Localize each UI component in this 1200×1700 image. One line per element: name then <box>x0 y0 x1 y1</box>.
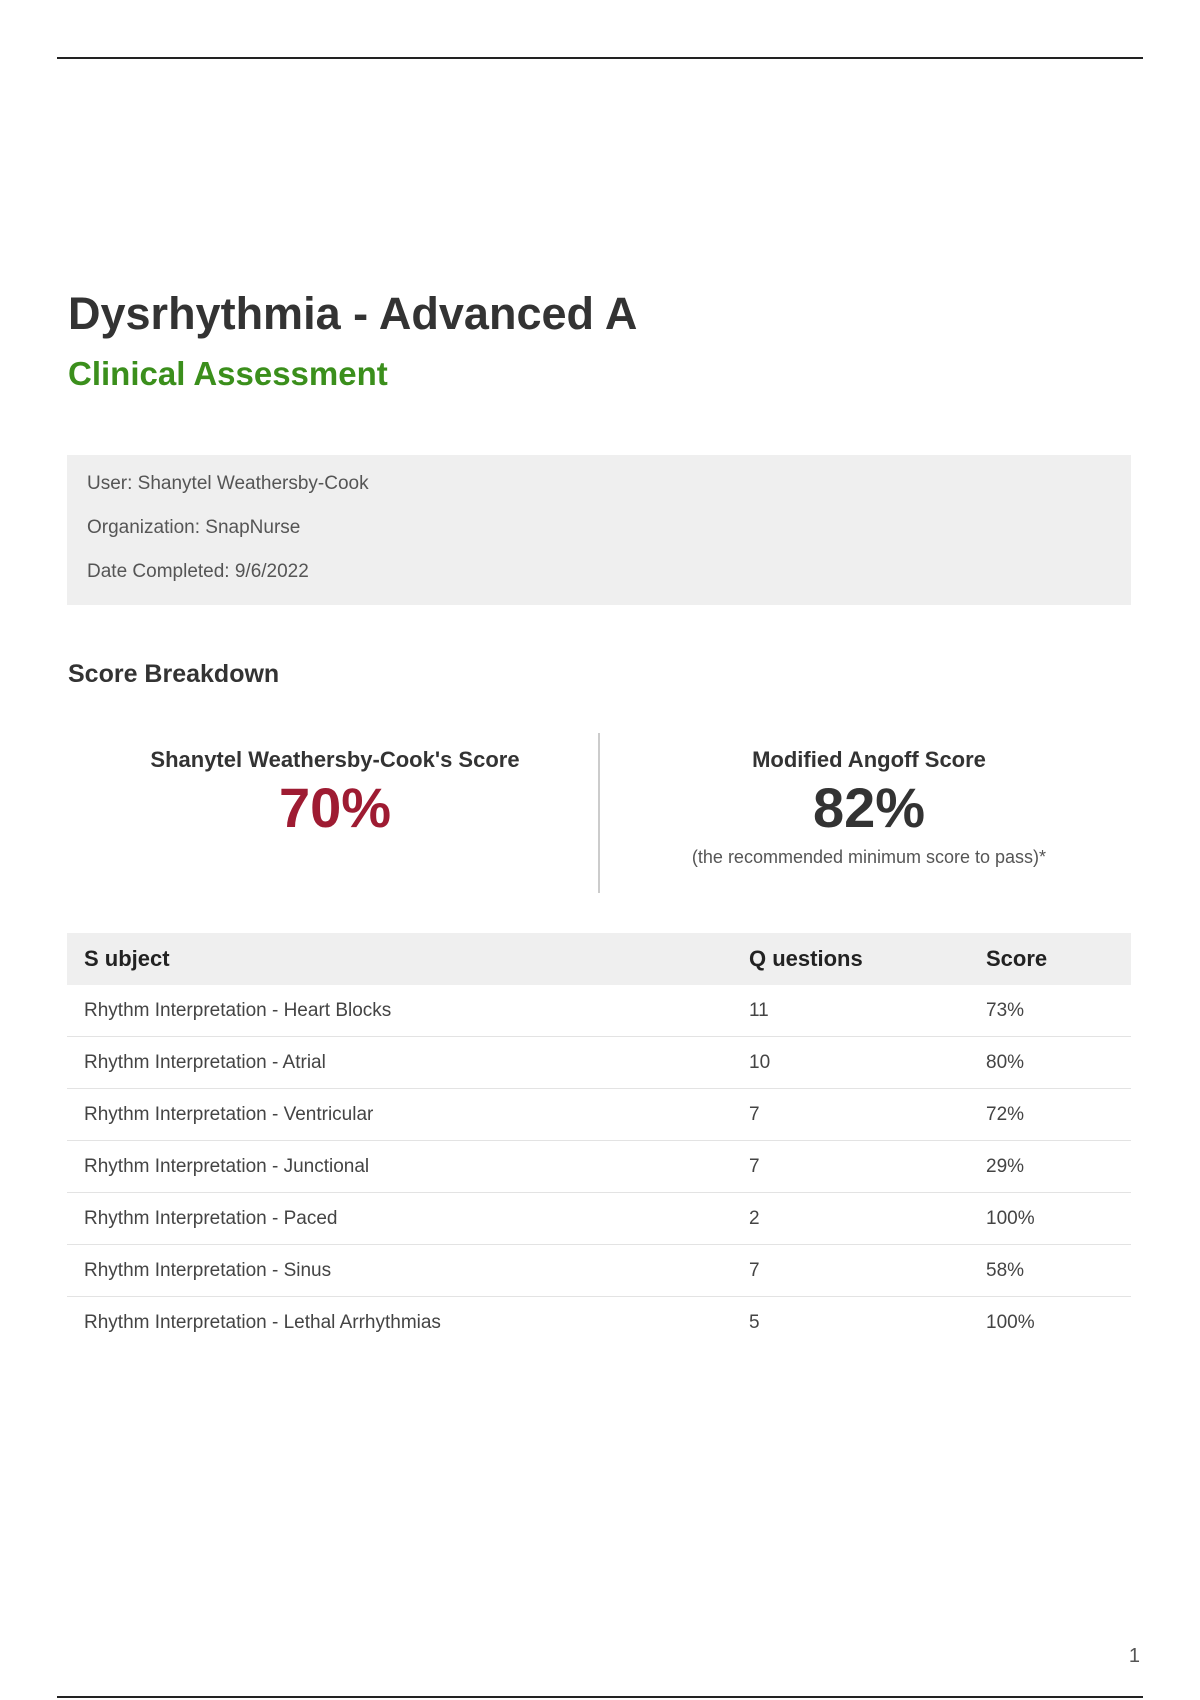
table-row: Rhythm Interpretation - Ventricular 7 72… <box>67 1088 1131 1141</box>
table-header-row: S ubject Q uestions Score <box>67 933 1131 985</box>
angoff-score-note: (the recommended minimum score to pass)* <box>691 846 1047 867</box>
score-cell: 80% <box>969 1036 1131 1089</box>
score-cell: 29% <box>969 1140 1131 1193</box>
score-column-header: Score <box>969 933 1131 985</box>
date-completed: Date Completed: 9/6/2022 <box>87 561 309 582</box>
top-rule <box>57 57 1143 59</box>
questions-cell: 7 <box>732 1244 969 1297</box>
score-breakdown-title: Score Breakdown <box>68 660 280 688</box>
score-cell: 58% <box>969 1244 1131 1297</box>
questions-cell: 11 <box>732 985 969 1037</box>
organization: Organization: SnapNurse <box>87 517 301 538</box>
user-score-panel: Shanytel Weathersby-Cook's Score 70% <box>70 733 600 839</box>
angoff-score-panel: Modified Angoff Score 82% (the recommend… <box>604 733 1134 868</box>
table-row: Rhythm Interpretation - Lethal Arrhythmi… <box>67 1297 1131 1349</box>
table-row: Rhythm Interpretation - Atrial 10 80% <box>67 1036 1131 1089</box>
table-row: Rhythm Interpretation - Sinus 7 58% <box>67 1244 1131 1297</box>
questions-cell: 7 <box>732 1088 969 1141</box>
subject-score-table: S ubject Q uestions Score Rhythm Interpr… <box>67 933 1131 1348</box>
angoff-score-value: 82% <box>812 776 926 839</box>
subject-cell: Rhythm Interpretation - Paced <box>67 1192 732 1245</box>
table-row: Rhythm Interpretation - Heart Blocks 11 … <box>67 985 1131 1037</box>
subject-cell: Rhythm Interpretation - Heart Blocks <box>67 985 732 1037</box>
subject-cell: Rhythm Interpretation - Junctional <box>67 1140 732 1193</box>
table-row: Rhythm Interpretation - Junctional 7 29% <box>67 1140 1131 1193</box>
score-cell: 72% <box>969 1088 1131 1141</box>
subject-cell: Rhythm Interpretation - Lethal Arrhythmi… <box>84 1311 441 1333</box>
subject-column-header: S ubject <box>67 933 732 985</box>
user-info-panel: User: Shanytel Weathersby-Cook Organizat… <box>67 455 1131 605</box>
questions-cell: 5 <box>749 1311 760 1333</box>
page-subtitle: Clinical Assessment <box>68 355 388 392</box>
subject-cell: Rhythm Interpretation - Sinus <box>67 1244 732 1297</box>
questions-cell: 2 <box>732 1192 969 1245</box>
score-cell: 73% <box>969 985 1131 1037</box>
subject-cell: Rhythm Interpretation - Atrial <box>67 1036 732 1089</box>
bottom-rule <box>57 1696 1143 1698</box>
questions-cell: 10 <box>732 1036 969 1089</box>
user-score-value: 70% <box>278 776 392 839</box>
user-name: User: Shanytel Weathersby-Cook <box>87 473 369 494</box>
table-row: Rhythm Interpretation - Paced 2 100% <box>67 1192 1131 1245</box>
score-divider <box>598 733 600 893</box>
questions-column-header: Q uestions <box>732 933 969 985</box>
score-cell: 100% <box>969 1192 1131 1245</box>
score-cell: 100% <box>986 1311 1035 1333</box>
user-score-label: Shanytel Weathersby-Cook's Score <box>150 747 520 772</box>
subject-cell: Rhythm Interpretation - Ventricular <box>67 1088 732 1141</box>
angoff-score-label: Modified Angoff Score <box>752 747 986 772</box>
questions-cell: 7 <box>732 1140 969 1193</box>
page-number: 1 <box>1128 1645 1140 1667</box>
page-title: Dysrhythmia - Advanced A <box>68 288 638 339</box>
